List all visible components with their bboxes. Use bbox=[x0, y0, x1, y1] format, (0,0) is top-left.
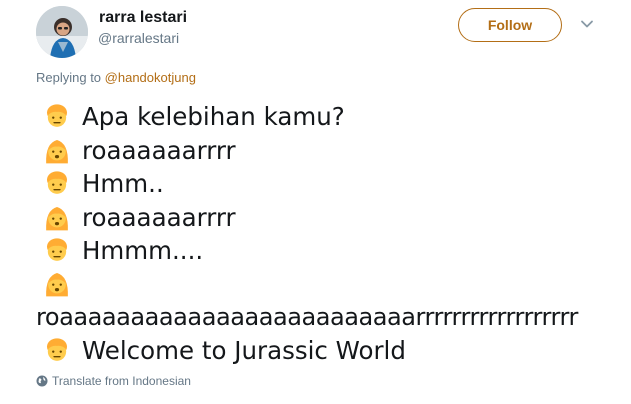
woman-emoji bbox=[46, 140, 68, 164]
tweet-line: roaaaaaarrrr bbox=[36, 133, 236, 167]
man-emoji bbox=[47, 171, 67, 194]
tweet-line-text: Welcome to Jurassic World bbox=[82, 335, 406, 365]
tweet-line bbox=[36, 266, 82, 300]
tweet-line-text: Hmmm.... bbox=[82, 235, 204, 265]
tweet-line: roaaaaaarrrr bbox=[36, 200, 236, 234]
man-emoji bbox=[47, 338, 67, 361]
chevron-down-icon[interactable] bbox=[578, 15, 596, 33]
tweet-line: roaaaaaaaaaaaaaaaaaaaaaaaaarrrrrrrrrrrrr… bbox=[36, 300, 578, 334]
woman-emoji bbox=[46, 207, 68, 231]
replying-to-link[interactable]: @handokotjung bbox=[105, 70, 196, 85]
tweet-line: Apa kelebihan kamu? bbox=[36, 99, 345, 133]
replying-to-label: Replying to bbox=[36, 70, 105, 85]
tweet-line: Hmmm.... bbox=[36, 233, 203, 267]
tweet-line-text: Hmm.. bbox=[82, 168, 164, 198]
author-handle[interactable]: @rarralestari bbox=[98, 30, 179, 46]
tweet-line-text: roaaaaaaaaaaaaaaaaaaaaaaaaarrrrrrrrrrrrr… bbox=[36, 303, 578, 331]
avatar-photo bbox=[36, 6, 88, 58]
man-emoji bbox=[47, 104, 67, 127]
tweet-line-text: roaaaaaarrrr bbox=[82, 202, 236, 232]
follow-button[interactable]: Follow bbox=[458, 8, 562, 42]
replying-to: Replying to @handokotjung bbox=[36, 70, 196, 85]
avatar[interactable] bbox=[36, 6, 88, 58]
tweet-line: Welcome to Jurassic World bbox=[36, 333, 406, 367]
tweet-line-text: roaaaaaarrrr bbox=[82, 135, 236, 165]
tweet-line: Hmm.. bbox=[36, 166, 164, 200]
translate-label: Translate from Indonesian bbox=[52, 374, 191, 388]
tweet-line-text: Apa kelebihan kamu? bbox=[82, 101, 345, 131]
woman-emoji bbox=[46, 273, 68, 297]
globe-icon bbox=[36, 375, 48, 387]
translate-link[interactable]: Translate from Indonesian bbox=[36, 374, 191, 388]
author-name[interactable]: rarra lestari bbox=[99, 9, 187, 27]
man-emoji bbox=[47, 238, 67, 261]
